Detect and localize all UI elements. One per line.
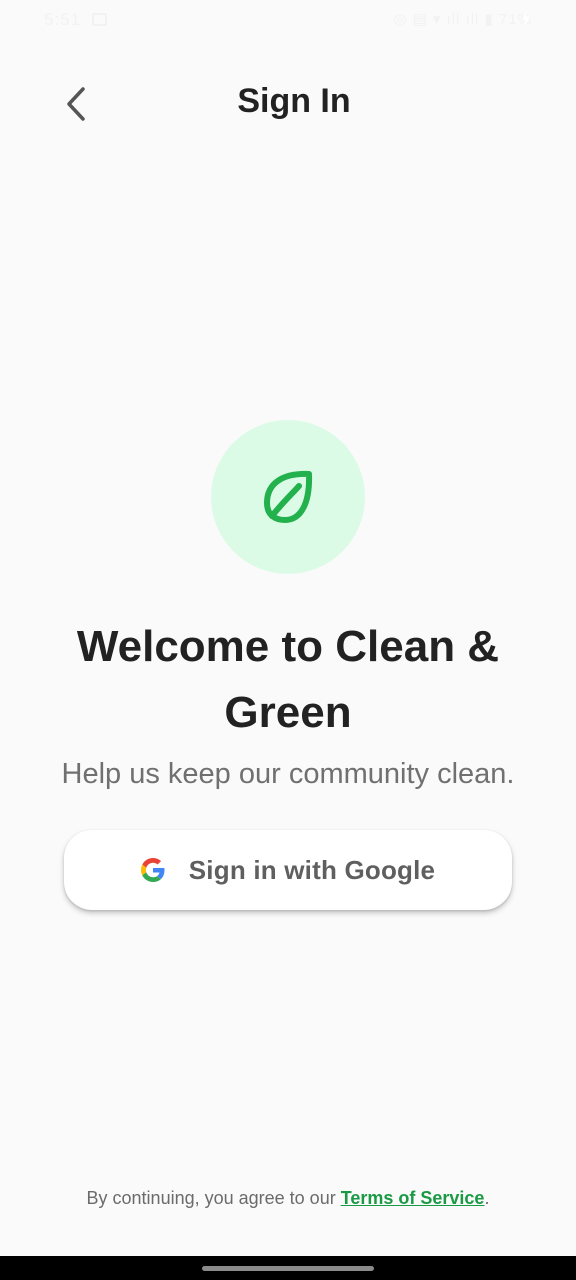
leaf-icon — [264, 470, 313, 523]
terms-prefix: By continuing, you agree to our — [86, 1188, 341, 1208]
terms-suffix: . — [484, 1188, 490, 1208]
sign-in-screen: 5:51 ◎ ▤ ▾ ıll ıll ▮ 71% Sign In Welcome… — [0, 0, 576, 1280]
terms-of-service-link[interactable]: Terms of Service — [341, 1188, 485, 1208]
page-title: Sign In — [237, 82, 351, 120]
google-g-icon — [140, 858, 165, 882]
status-time: 5:51 — [44, 10, 82, 29]
google-button-label: Sign in with Google — [188, 854, 436, 885]
app-bar: Sign In — [0, 60, 576, 146]
charging-icon — [522, 12, 530, 26]
status-indicators: ◎ ▤ ▾ ıll ıll ▮ 71% — [393, 11, 532, 28]
google-sign-in-button[interactable]: Sign in with Google — [64, 830, 512, 910]
home-indicator[interactable] — [202, 1266, 374, 1271]
welcome-subtitle: Help us keep our community clean. — [61, 758, 515, 790]
navigation-bar — [0, 1256, 576, 1280]
app-logo — [211, 420, 365, 574]
welcome-title: Welcome to Clean & Green — [76, 622, 500, 737]
terms-notice: By continuing, you agree to our Terms of… — [0, 1188, 576, 1209]
status-bar: 5:51 ◎ ▤ ▾ ıll ıll ▮ 71% — [0, 0, 576, 44]
gallery-notification-icon — [92, 13, 107, 26]
